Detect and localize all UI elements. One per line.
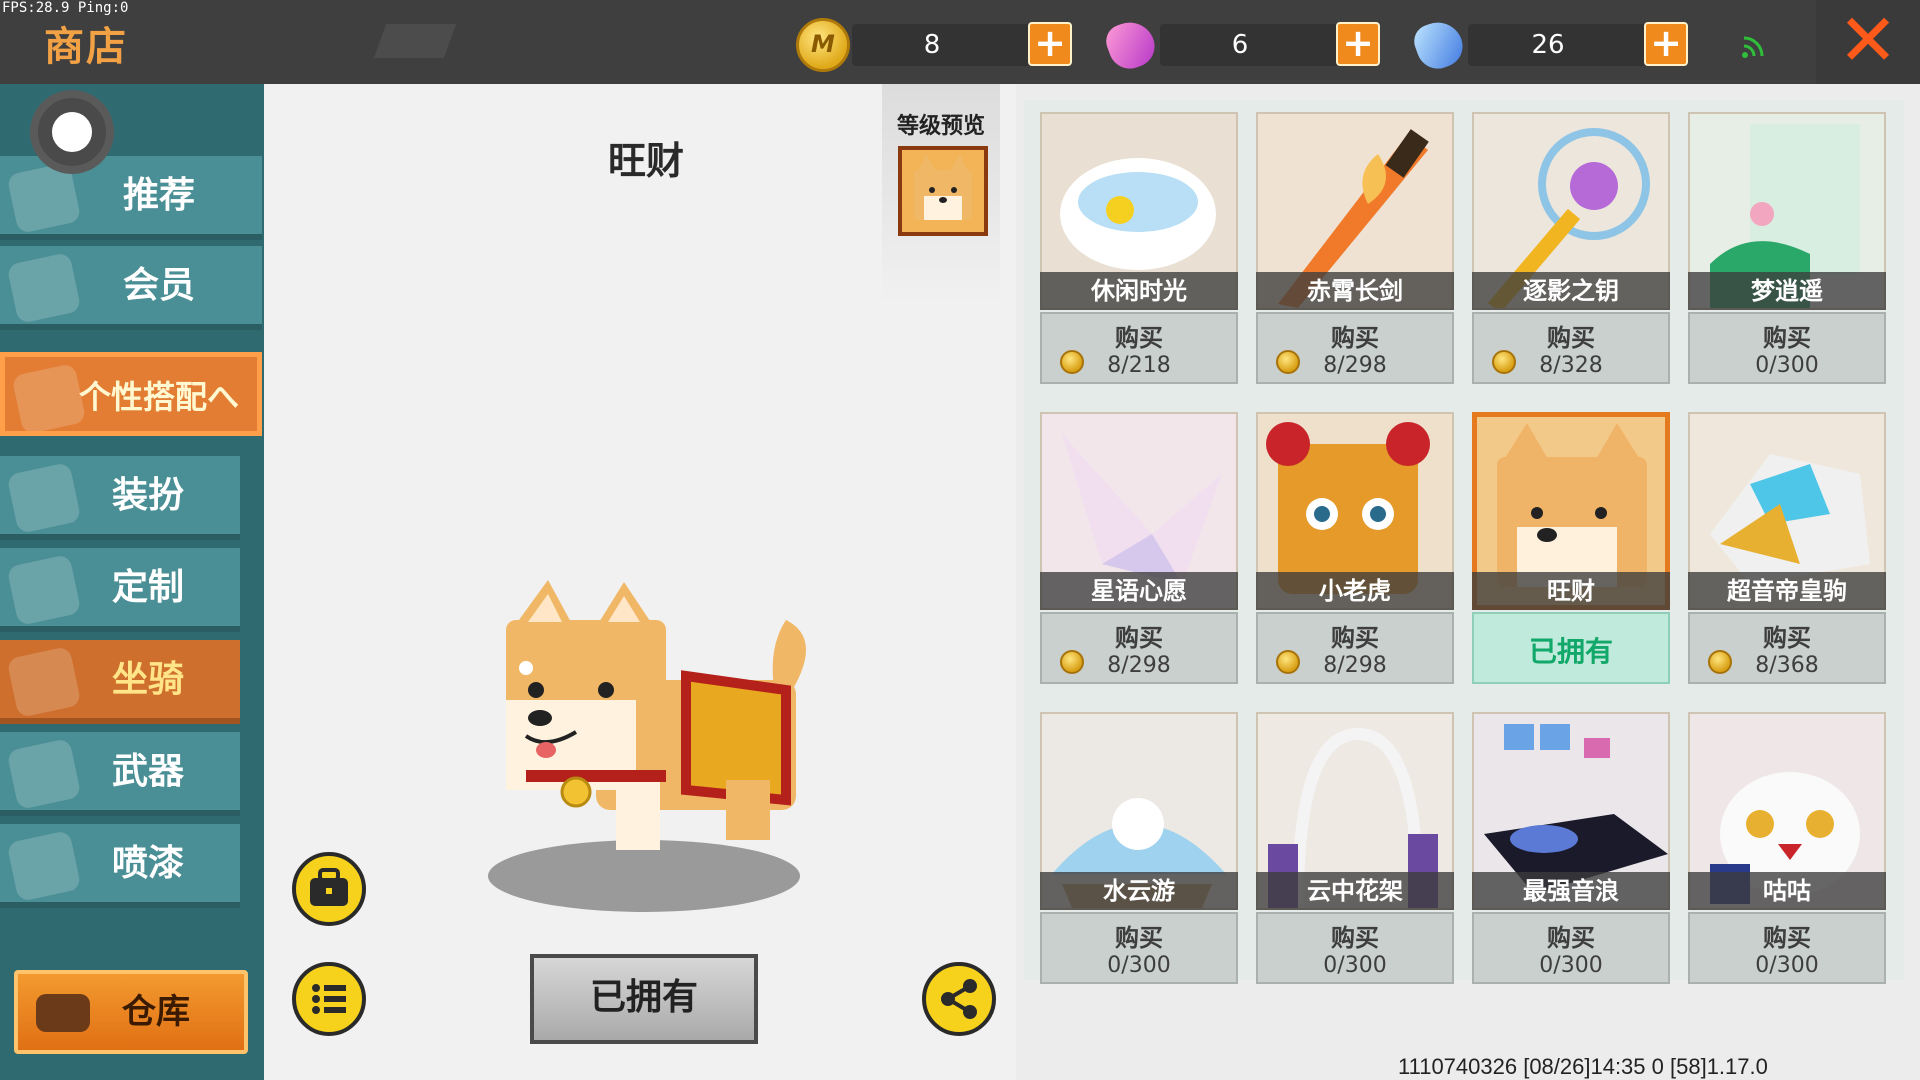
- pink-gem-icon: [1101, 15, 1161, 75]
- sidebar-item-label: 喷漆: [111, 843, 184, 884]
- mini-coin-icon: [1492, 350, 1516, 374]
- item-name: 赤霄长剑: [1256, 272, 1454, 310]
- add-pink-gem-button[interactable]: +: [1336, 22, 1380, 66]
- item-card[interactable]: 最强音浪 购买 0/300: [1472, 712, 1670, 984]
- sidebar-item-personalize[interactable]: 个性搭配へ: [0, 352, 262, 436]
- share-icon: [941, 979, 977, 1019]
- buy-button[interactable]: 购买 8/218: [1040, 312, 1238, 384]
- buy-button[interactable]: 购买 8/298: [1040, 612, 1238, 684]
- top-bar: FPS:28.9 Ping:0 商店 M 8 + 6 + 26 + ✕: [0, 0, 1920, 84]
- buy-button[interactable]: 购买 0/300: [1688, 312, 1886, 384]
- item-card[interactable]: 云中花架 购买 0/300: [1256, 712, 1454, 984]
- item-grid: 休闲时光 购买 8/218 赤霄长剑 购买 8/298 逐影之钥 购买 8/32…: [1024, 100, 1904, 984]
- item-name: 梦逍遥: [1688, 272, 1886, 310]
- sidebar-item-recommend[interactable]: 推荐: [0, 156, 262, 240]
- category-sidebar: 推荐 会员 个性搭配へ 装扮 定制 坐骑 武器 喷漆: [0, 84, 264, 1080]
- mini-coin-icon: [1708, 650, 1732, 674]
- pink-gem-value: 6: [1231, 30, 1249, 60]
- sidebar-item-custom[interactable]: 定制: [0, 548, 240, 632]
- buy-button[interactable]: 购买 0/300: [1256, 912, 1454, 984]
- item-name: 水云游: [1040, 872, 1238, 910]
- blue-gem-icon: [1409, 15, 1469, 75]
- shop-screen: FPS:28.9 Ping:0 商店 M 8 + 6 + 26 + ✕ 推荐 会…: [0, 0, 1920, 1080]
- owned-button[interactable]: 已拥有: [530, 954, 758, 1044]
- item-card[interactable]: 星语心愿 购买 8/298: [1040, 412, 1238, 684]
- item-card[interactable]: 水云游 购买 0/300: [1040, 712, 1238, 984]
- item-card[interactable]: 超音帝皇驹 购买 8/368: [1688, 412, 1886, 684]
- warehouse-button[interactable]: 仓库: [14, 970, 248, 1054]
- signal-icon: [1742, 36, 1764, 58]
- owned-status: 已拥有: [1472, 612, 1670, 684]
- buy-button[interactable]: 购买 0/300: [1040, 912, 1238, 984]
- buy-button[interactable]: 购买 8/328: [1472, 312, 1670, 384]
- list-button[interactable]: [292, 962, 366, 1036]
- item-price: 0/300: [1755, 353, 1819, 378]
- buy-button[interactable]: 购买 8/368: [1688, 612, 1886, 684]
- item-name: 咕咕: [1688, 872, 1886, 910]
- share-button[interactable]: [922, 962, 996, 1036]
- sidebar-item-label: 坐骑: [111, 659, 184, 700]
- sidebar-item-label: 会员: [122, 265, 195, 306]
- pet-model[interactable]: [486, 580, 826, 880]
- add-coin-button[interactable]: +: [1028, 22, 1072, 66]
- mini-coin-icon: [1060, 650, 1084, 674]
- header-decoration: [373, 24, 457, 58]
- blue-gem-value: 26: [1531, 30, 1565, 60]
- mini-coin-icon: [1060, 350, 1084, 374]
- buy-button[interactable]: 购买 8/298: [1256, 612, 1454, 684]
- item-price: 0/300: [1323, 953, 1387, 978]
- pet-name: 旺财: [607, 139, 684, 183]
- item-name: 休闲时光: [1040, 272, 1238, 310]
- avatar[interactable]: [30, 90, 114, 174]
- sidebar-item-outfit[interactable]: 装扮: [0, 456, 240, 540]
- sidebar-item-label: 个性搭配へ: [78, 378, 239, 416]
- sidebar-item-member[interactable]: 会员: [0, 246, 262, 330]
- item-price: 0/300: [1755, 953, 1819, 978]
- chest-icon: [36, 994, 90, 1032]
- item-card[interactable]: 小老虎 购买 8/298: [1256, 412, 1454, 684]
- level-preview-label: 等级预览: [896, 114, 985, 139]
- item-card[interactable]: 赤霄长剑 购买 8/298: [1256, 112, 1454, 384]
- sidebar-item-label: 定制: [111, 567, 184, 608]
- buy-button[interactable]: 购买 0/300: [1688, 912, 1886, 984]
- item-card[interactable]: 梦逍遥 购买 0/300: [1688, 112, 1886, 384]
- close-button[interactable]: ✕: [1816, 0, 1920, 84]
- briefcase-icon: [310, 868, 348, 906]
- item-name: 小老虎: [1256, 572, 1454, 610]
- shop-title: 商店: [44, 24, 128, 70]
- item-name: 旺财: [1472, 572, 1670, 610]
- item-name: 云中花架: [1256, 872, 1454, 910]
- level-preview-thumbnail[interactable]: [898, 146, 988, 236]
- item-name: 最强音浪: [1472, 872, 1670, 910]
- item-card[interactable]: 逐影之钥 购买 8/328: [1472, 112, 1670, 384]
- sidebar-item-label: 装扮: [111, 475, 184, 516]
- sidebar-item-mount[interactable]: 坐骑: [0, 640, 240, 724]
- buy-button[interactable]: 购买 8/298: [1256, 312, 1454, 384]
- item-price: 0/300: [1539, 953, 1603, 978]
- mini-coin-icon: [1276, 350, 1300, 374]
- coin-value: 8: [923, 30, 941, 60]
- mini-coin-icon: [1276, 650, 1300, 674]
- item-card[interactable]: 咕咕 购买 0/300: [1688, 712, 1886, 984]
- item-card[interactable]: 休闲时光 购买 8/218: [1040, 112, 1238, 384]
- mini-coin-icon: M: [796, 18, 850, 72]
- item-name: 星语心愿: [1040, 572, 1238, 610]
- list-icon: [312, 984, 346, 1014]
- wardrobe-button[interactable]: [292, 852, 366, 926]
- sidebar-item-weapon[interactable]: 武器: [0, 732, 240, 816]
- item-name: 超音帝皇驹: [1688, 572, 1886, 610]
- level-preview: 等级预览: [882, 84, 1000, 304]
- build-info: 1110740326 [08/26]14:35 0 [58]1.17.0: [1398, 1054, 1768, 1079]
- add-blue-gem-button[interactable]: +: [1644, 22, 1688, 66]
- buy-button[interactable]: 购买 0/300: [1472, 912, 1670, 984]
- sidebar-item-label: 推荐: [122, 175, 195, 216]
- item-price: 0/300: [1107, 953, 1171, 978]
- item-card-selected[interactable]: 旺财 已拥有: [1472, 412, 1670, 684]
- sidebar-item-label: 武器: [111, 751, 184, 792]
- item-name: 逐影之钥: [1472, 272, 1670, 310]
- sidebar-item-spray[interactable]: 喷漆: [0, 824, 240, 908]
